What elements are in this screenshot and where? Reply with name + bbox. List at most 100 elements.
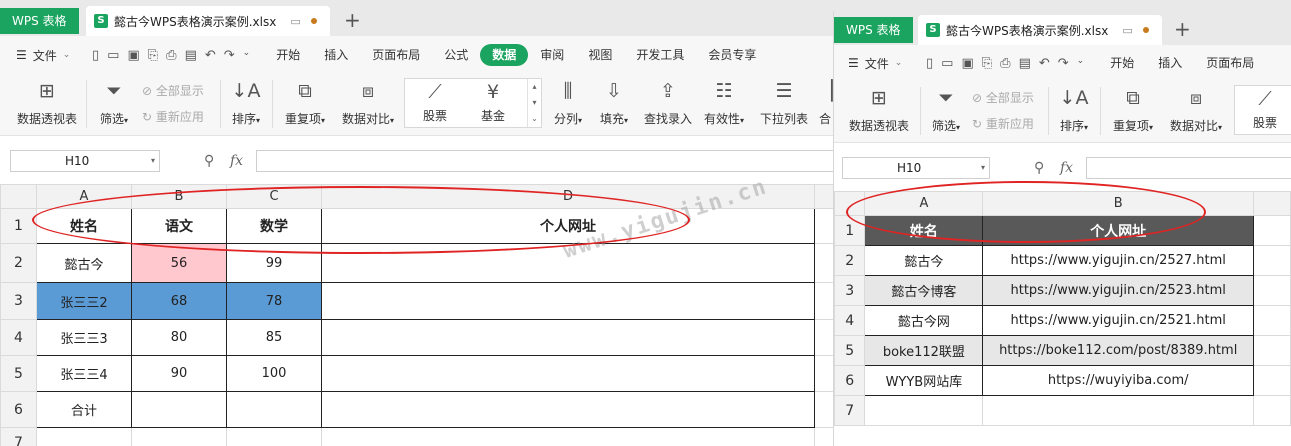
cell[interactable]: WYYB网站库 [864,365,984,396]
open-folder-icon[interactable]: ▭ [107,48,119,63]
cell[interactable] [321,427,815,446]
new-doc-icon[interactable]: ▯ [92,48,99,63]
split-column-button[interactable]: ⫼ 分列▾ [550,78,586,127]
cell-highlight-blue[interactable]: 68 [131,282,227,320]
name-box[interactable]: H10 ▾ [10,150,160,172]
merge-button[interactable]: ▕ 合 [818,78,833,127]
pivot-table-button[interactable]: ⊞ 数据透视表 [846,85,912,134]
cell[interactable]: 懿古今博客 [864,275,984,306]
save-icon[interactable]: ▣ [961,56,973,71]
cell[interactable]: 90 [131,355,227,392]
cell[interactable] [321,355,815,392]
cell[interactable] [1252,275,1291,306]
cell-url[interactable]: https://www.yigujin.cn/2527.html [982,245,1254,276]
show-all-button[interactable]: ⊘ 全部显示 [142,82,204,99]
cell[interactable] [864,395,984,426]
file-menu[interactable]: ☰ 文件 ⌄ [834,55,926,72]
cell[interactable] [1252,395,1291,426]
cell-url[interactable]: https://www.yigujin.cn/2523.html [982,275,1254,306]
print-preview-icon[interactable]: ▤ [1019,56,1031,71]
print-preview-icon[interactable]: ▤ [185,48,197,63]
function-icon[interactable]: fx [230,150,243,172]
name-box[interactable]: H10 ▾ [842,157,990,179]
stock-button[interactable]: ⟋ 股票 [413,79,457,124]
redo-icon[interactable]: ↷ [224,48,235,63]
menu-page-layout[interactable]: 页面布局 [360,44,432,66]
document-tab[interactable]: S 懿古今WPS表格演示案例.xlsx ▭ [86,6,330,36]
row-header[interactable]: 5 [834,335,866,366]
data-compare-button[interactable]: ⧈ 数据对比▾ [338,78,398,127]
cell[interactable]: 张三三4 [36,355,132,392]
cell-highlight-blue[interactable]: 张三三2 [36,282,132,320]
menu-insert[interactable]: 插入 [1146,52,1194,74]
document-tab[interactable]: S 懿古今WPS表格演示案例.xlsx ▭ [918,15,1162,45]
function-icon[interactable]: fx [1060,157,1073,179]
cell[interactable] [226,427,322,446]
sort-button[interactable]: ↓A 排序▾ [1054,85,1094,134]
filter-button[interactable]: ⏷ 筛选▾ [926,85,966,134]
redo-icon[interactable]: ↷ [1058,56,1069,71]
cell-url[interactable]: https://boke112.com/post/8389.html [982,335,1254,366]
cell[interactable]: boke112联盟 [864,335,984,366]
cell[interactable] [321,282,815,320]
gallery-scroll[interactable]: ▴ ▾ ⌄ [527,79,541,127]
cell[interactable]: 80 [131,319,227,356]
cell[interactable] [321,391,815,428]
cell[interactable]: 懿古今 [864,245,984,276]
cell-highlight-blue[interactable]: 78 [226,282,322,320]
menu-developer[interactable]: 开发工具 [624,44,696,66]
cell-url[interactable]: https://wuyiyiba.com/ [982,365,1254,396]
undo-icon[interactable]: ↶ [205,48,216,63]
stock-button[interactable]: ⟋ 股票 [1243,86,1287,131]
new-tab-plus-icon[interactable]: + [344,8,361,32]
menu-insert[interactable]: 插入 [312,44,360,66]
cell[interactable]: 懿古今网 [864,305,984,336]
row-header[interactable]: 6 [0,391,37,428]
row-header[interactable]: 1 [0,208,37,244]
lookup-entry-button[interactable]: ⇪ 查找录入 [642,78,694,127]
zoom-search-icon[interactable]: ⚲ [204,150,214,172]
export-icon[interactable]: ⎘ [982,56,992,71]
wps-brand-tab[interactable]: WPS 表格 [0,8,79,34]
cell[interactable] [36,427,132,446]
fill-button[interactable]: ⇩ 填充▾ [596,78,632,127]
new-doc-icon[interactable]: ▯ [926,56,933,71]
print-icon[interactable]: ⎙ [166,48,176,63]
cell[interactable] [1252,365,1291,396]
cell[interactable] [321,319,815,356]
show-all-button[interactable]: ⊘ 全部显示 [972,89,1034,106]
row-header[interactable]: 3 [834,275,866,306]
select-all-corner[interactable] [0,184,37,209]
cell[interactable] [131,391,227,428]
cell[interactable] [1252,335,1291,366]
sort-button[interactable]: ↓A 排序▾ [226,78,266,127]
row-header[interactable]: 5 [0,355,37,392]
menu-data[interactable]: 数据 [480,44,529,66]
file-menu[interactable]: ☰ 文件 ⌄ [0,47,92,64]
menu-member[interactable]: 会员专享 [696,44,768,66]
row-header[interactable]: 4 [834,305,866,336]
cell[interactable]: 懿古今 [36,243,132,283]
menu-view[interactable]: 视图 [576,44,624,66]
reapply-button[interactable]: ↻ 重新应用 [972,115,1034,132]
duplicates-button[interactable]: ⧉ 重复项▾ [1108,85,1158,134]
menu-home[interactable]: 开始 [1098,52,1146,74]
validity-button[interactable]: ☷ 有效性▾ [702,78,746,127]
row-header[interactable]: 7 [0,427,37,446]
open-folder-icon[interactable]: ▭ [941,56,953,71]
col-header-c[interactable] [1252,191,1291,216]
menu-review[interactable]: 审阅 [528,44,576,66]
export-icon[interactable]: ⎘ [148,48,158,63]
print-icon[interactable]: ⎙ [1000,56,1010,71]
customize-icon[interactable]: ⌄ [243,48,251,63]
formula-input[interactable] [256,150,836,172]
cell-url[interactable]: https://www.yigujin.cn/2521.html [982,305,1254,336]
cell[interactable] [226,391,322,428]
row-header[interactable]: 6 [834,365,866,396]
cell[interactable] [131,427,227,446]
duplicates-button[interactable]: ⧉ 重复项▾ [280,78,330,127]
menu-formula[interactable]: 公式 [432,44,480,66]
row-header[interactable]: 7 [834,395,866,426]
reapply-button[interactable]: ↻ 重新应用 [142,108,204,125]
cell[interactable]: 张三三3 [36,319,132,356]
